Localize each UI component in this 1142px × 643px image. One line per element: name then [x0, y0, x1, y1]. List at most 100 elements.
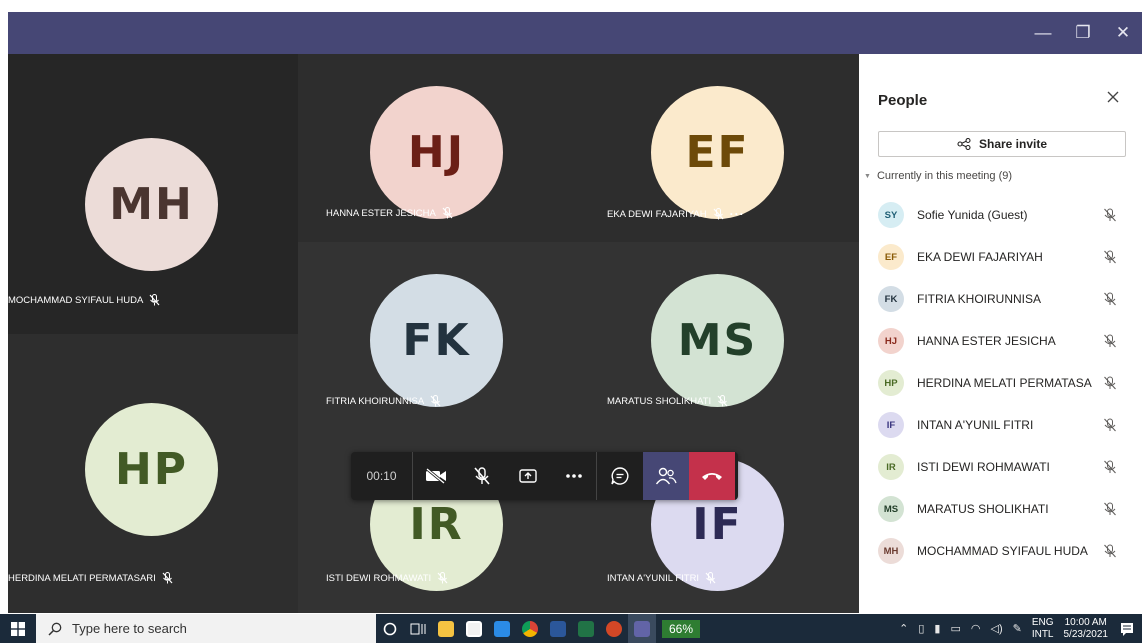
battery-indicator[interactable]: 66% — [662, 619, 701, 638]
participant-list-item[interactable]: IF INTAN A'YUNIL FITRI — [859, 404, 1142, 446]
battery-icon[interactable]: ▭ — [950, 622, 960, 635]
participant-name-row: HANNA ESTER JESICHA — [326, 207, 453, 219]
wifi-icon[interactable]: ◠ — [971, 622, 981, 635]
participant-tile[interactable]: MH MOCHAMMAD SYIFAUL HUDA — [8, 54, 298, 334]
taskbar-app-file-explorer[interactable] — [432, 614, 460, 643]
participant-name-row: MOCHAMMAD SYIFAUL HUDA — [8, 294, 298, 306]
mic-off-icon — [1104, 460, 1116, 474]
chevron-up-icon[interactable]: ⌃ — [899, 622, 908, 635]
windows-taskbar: Type here to search 66% ⌃ ▯ ▮ ▭ ◠ ◁) ✎ E… — [0, 614, 1142, 643]
clock-date: 5/23/2021 — [1063, 628, 1109, 640]
meeting-stage: MH MOCHAMMAD SYIFAUL HUDA HJ HANNA ESTER… — [8, 54, 859, 613]
pane-title: People — [878, 92, 928, 109]
participant-avatar: EF — [878, 244, 904, 270]
participant-list-item[interactable]: IR ISTI DEWI ROHMAWATI — [859, 446, 1142, 488]
participant-list-item[interactable]: HJ HANNA ESTER JESICHA — [859, 320, 1142, 362]
participant-tile[interactable]: MS MARATUS SHOLIKHATI — [578, 242, 859, 430]
participant-avatar: IR — [878, 454, 904, 480]
mic-off-icon — [713, 208, 724, 220]
participant-avatar: MH — [85, 138, 218, 271]
participant-avatar: HJ — [878, 328, 904, 354]
input-language[interactable]: ENG INTL — [1032, 617, 1054, 641]
clock[interactable]: 10:00 AM 5/23/2021 — [1064, 617, 1109, 641]
participant-avatar: MS — [878, 496, 904, 522]
participant-list-item[interactable]: EF EKA DEWI FAJARIYAH — [859, 236, 1142, 278]
mic-off-icon — [1104, 418, 1116, 432]
pen-icon[interactable]: ✎ — [1013, 622, 1022, 635]
people-pane: People Share invite ▼ Currently in this … — [859, 54, 1142, 613]
taskbar-app-excel[interactable] — [572, 614, 600, 643]
task-view-icon — [410, 623, 426, 634]
participant-list-item[interactable]: SY Sofie Yunida (Guest) — [859, 194, 1142, 236]
hang-up-button[interactable] — [689, 452, 735, 500]
participant-name-row: HERDINA MELATI PERMATASARI — [8, 572, 173, 584]
mic-off-icon — [1104, 292, 1116, 306]
mic-off-icon — [1104, 376, 1116, 390]
cortana-button[interactable] — [376, 614, 404, 643]
notifications-button[interactable] — [1118, 620, 1136, 638]
taskbar-app-word[interactable] — [544, 614, 572, 643]
participant-tile[interactable]: HJ HANNA ESTER JESICHA — [298, 54, 578, 242]
mic-off-icon — [149, 294, 160, 306]
tablet-icon[interactable]: ▯ — [918, 622, 924, 635]
participant-name: FITRIA KHOIRUNNISA — [917, 292, 1042, 306]
mic-off-icon — [474, 467, 490, 485]
participant-list-item[interactable]: MH MOCHAMMAD SYIFAUL HUDA — [859, 530, 1142, 572]
participant-avatar: MH — [878, 538, 904, 564]
participant-name: ISTI DEWI ROHMAWATI — [326, 572, 432, 584]
system-tray: ⌃ ▯ ▮ ▭ ◠ ◁) ✎ ENG INTL 10:00 AM 5/23/20… — [899, 614, 1142, 643]
restore-button[interactable]: ❐ — [1066, 12, 1100, 54]
task-view-button[interactable] — [404, 614, 432, 643]
camera-off-icon — [426, 468, 446, 484]
mic-off-icon — [1104, 502, 1116, 516]
title-bar: — ❐ ✕ — [8, 12, 1142, 54]
windows-logo-icon — [11, 621, 25, 636]
taskbar-app-store[interactable] — [460, 614, 488, 643]
mic-off-icon — [162, 572, 173, 584]
taskbar-app-chrome[interactable] — [516, 614, 544, 643]
chat-bubble-icon — [611, 467, 629, 485]
taskbar-app-powerpoint[interactable] — [600, 614, 628, 643]
call-timer: 00:10 — [351, 452, 413, 500]
participant-avatar: SY — [878, 202, 904, 228]
usb-icon[interactable]: ▮ — [934, 622, 940, 635]
chat-button[interactable] — [597, 452, 643, 500]
search-placeholder: Type here to search — [72, 621, 187, 636]
close-window-button[interactable]: ✕ — [1106, 12, 1140, 54]
participant-avatar: HJ — [370, 86, 503, 219]
taskbar-app-teams[interactable] — [628, 614, 656, 643]
more-actions-button[interactable] — [551, 452, 597, 500]
participant-tile[interactable]: FK FITRIA KHOIRUNNISA — [298, 242, 578, 430]
start-button[interactable] — [0, 614, 36, 643]
more-options-icon[interactable]: ··· — [730, 207, 745, 221]
participant-tile[interactable]: EF EKA DEWI FAJARIYAH ··· — [578, 54, 859, 242]
participant-list-item[interactable]: MS MARATUS SHOLIKHATI — [859, 488, 1142, 530]
mic-off-icon — [1104, 250, 1116, 264]
mail-icon — [494, 620, 510, 637]
show-participants-button[interactable] — [643, 452, 689, 500]
volume-icon[interactable]: ◁) — [990, 622, 1002, 635]
mic-off-icon — [437, 572, 448, 584]
in-meeting-section-toggle[interactable]: ▼ Currently in this meeting (9) — [864, 170, 1012, 182]
participant-tile[interactable]: HP HERDINA MELATI PERMATASARI — [8, 334, 298, 613]
mic-off-icon — [717, 395, 728, 407]
people-icon — [655, 467, 677, 485]
share-icon — [957, 138, 971, 150]
share-invite-button[interactable]: Share invite — [878, 131, 1126, 157]
participant-list-item[interactable]: FK FITRIA KHOIRUNNISA — [859, 278, 1142, 320]
mic-off-icon — [1104, 208, 1116, 222]
camera-toggle-button[interactable] — [413, 452, 459, 500]
participant-name: HANNA ESTER JESICHA — [326, 207, 436, 219]
taskbar-app-mail[interactable] — [488, 614, 516, 643]
taskbar-search-box[interactable]: Type here to search — [36, 614, 376, 643]
participant-name: Sofie Yunida (Guest) — [917, 208, 1028, 222]
close-pane-button[interactable] — [1103, 90, 1123, 110]
mic-toggle-button[interactable] — [459, 452, 505, 500]
share-screen-button[interactable] — [505, 452, 551, 500]
participant-name-row: MARATUS SHOLIKHATI — [607, 395, 728, 407]
minimize-button[interactable]: — — [1026, 12, 1060, 54]
close-icon — [1107, 91, 1119, 103]
participant-list-item[interactable]: HP HERDINA MELATI PERMATASA — [859, 362, 1142, 404]
share-invite-label: Share invite — [978, 137, 1048, 151]
more-dots-icon — [565, 474, 582, 478]
